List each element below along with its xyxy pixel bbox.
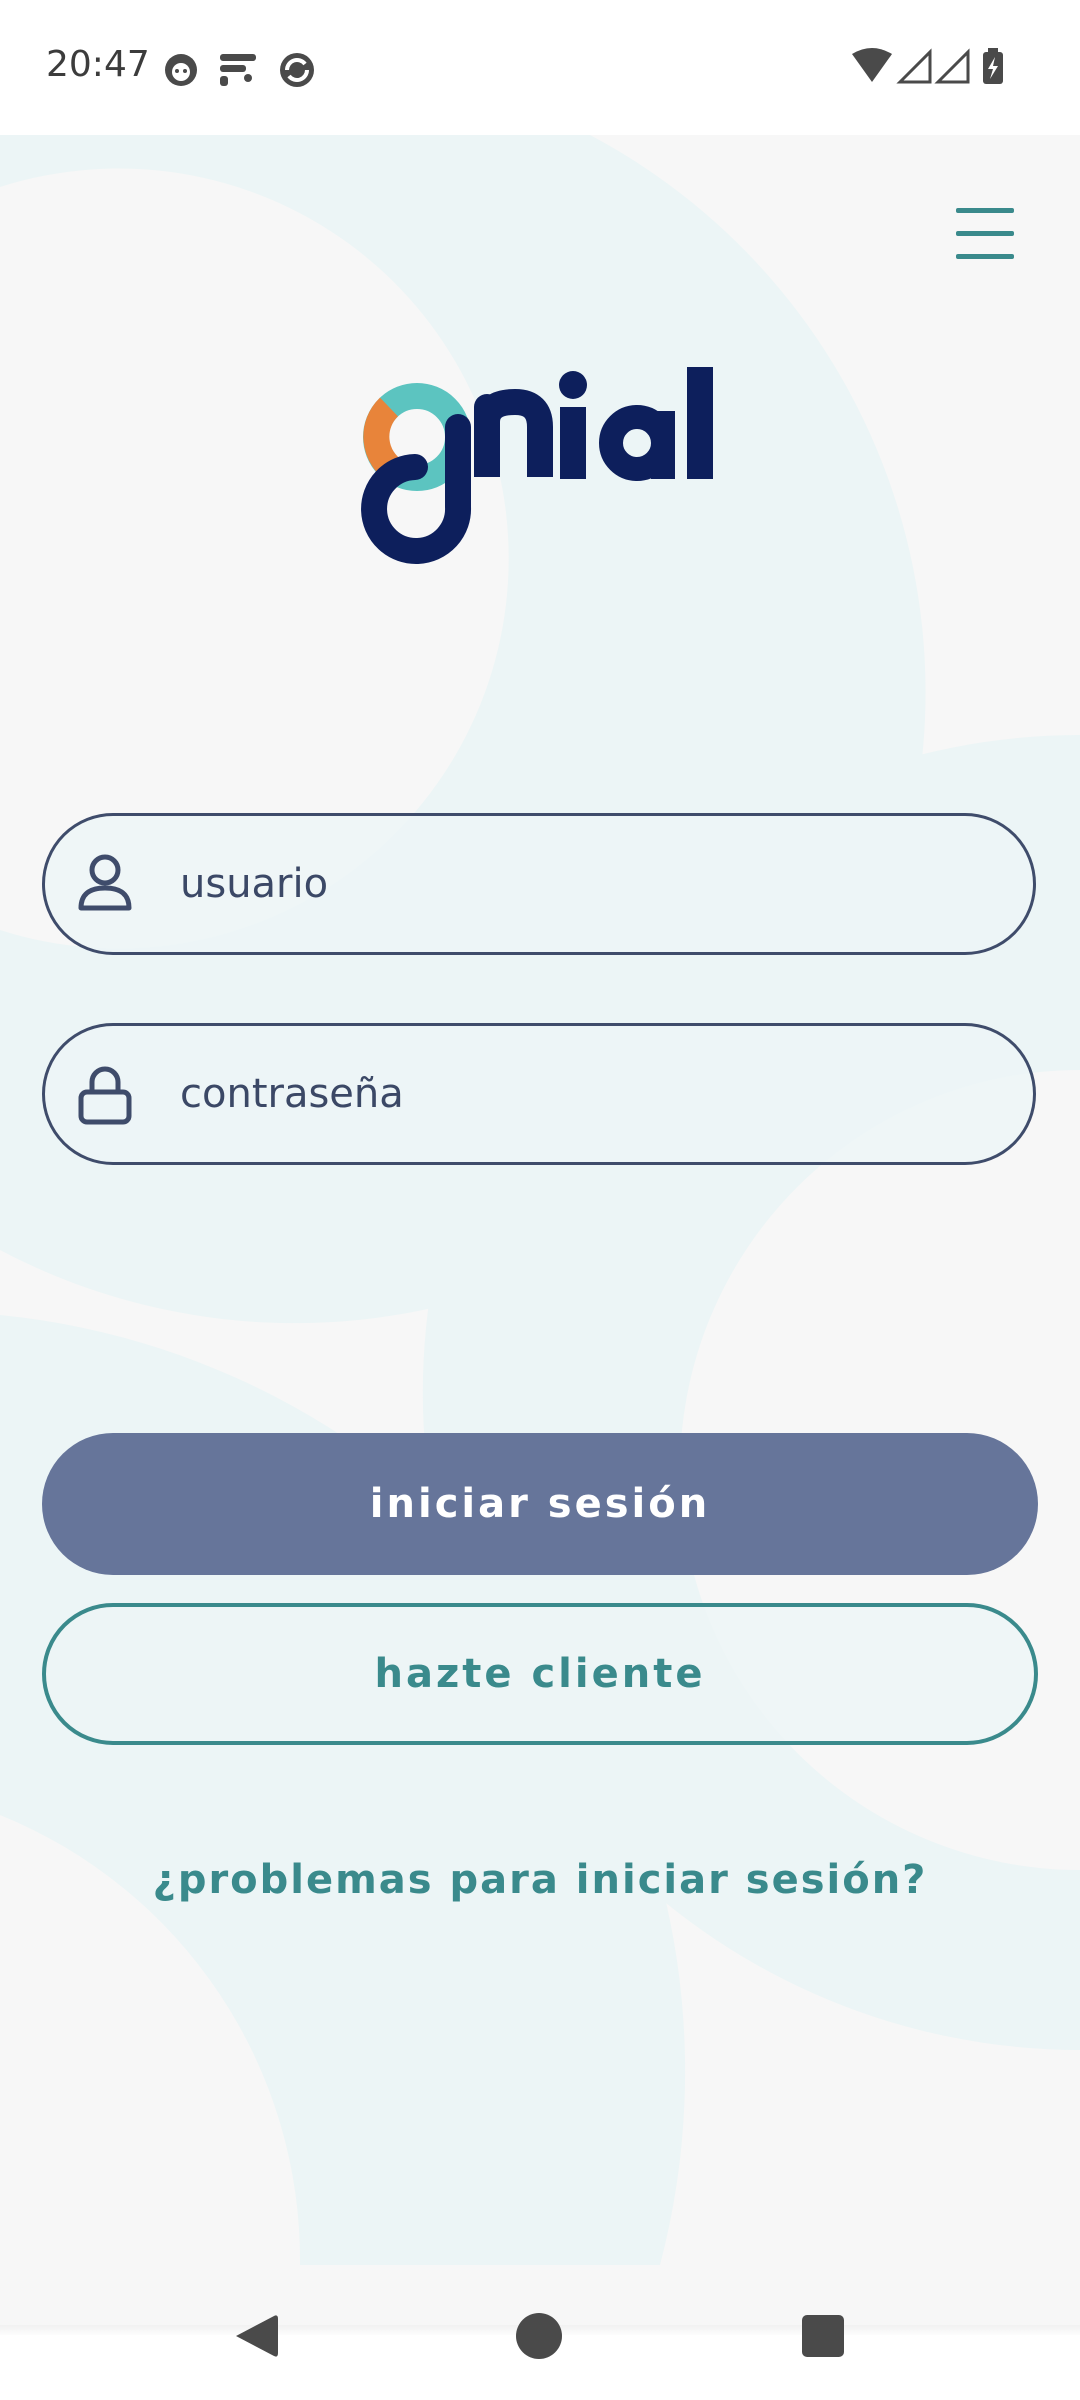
battery-charging-icon bbox=[983, 48, 1003, 84]
signal-icon bbox=[896, 48, 932, 84]
status-time: 20:47 bbox=[46, 44, 150, 85]
login-screen: iniciar sesión hazte cliente ¿problemas … bbox=[0, 135, 1080, 2335]
sync-notification-icon bbox=[280, 53, 314, 87]
user-icon bbox=[78, 854, 132, 911]
hamburger-menu-icon bbox=[956, 208, 1014, 259]
lock-icon bbox=[78, 1066, 132, 1125]
back-icon[interactable] bbox=[232, 2312, 282, 2360]
menu-button[interactable] bbox=[940, 195, 1030, 275]
username-field[interactable] bbox=[42, 813, 1036, 955]
status-bar: 20:47 bbox=[0, 0, 1080, 135]
gnial-logo bbox=[355, 367, 725, 582]
password-input[interactable] bbox=[180, 1026, 1000, 1162]
username-input[interactable] bbox=[180, 816, 1000, 952]
app-f-notification-icon bbox=[220, 54, 256, 86]
signal-icon bbox=[934, 48, 970, 84]
home-icon[interactable] bbox=[515, 2312, 563, 2360]
status-notifications bbox=[162, 48, 332, 96]
recents-icon[interactable] bbox=[801, 2314, 845, 2358]
register-button[interactable]: hazte cliente bbox=[42, 1603, 1038, 1745]
login-help-link[interactable]: ¿problemas para iniciar sesión? bbox=[0, 1857, 1080, 1903]
wifi-icon bbox=[852, 48, 892, 82]
status-system-icons bbox=[850, 48, 1010, 96]
password-field[interactable] bbox=[42, 1023, 1036, 1165]
cat-notification-icon bbox=[165, 54, 197, 86]
login-button[interactable]: iniciar sesión bbox=[42, 1433, 1038, 1575]
